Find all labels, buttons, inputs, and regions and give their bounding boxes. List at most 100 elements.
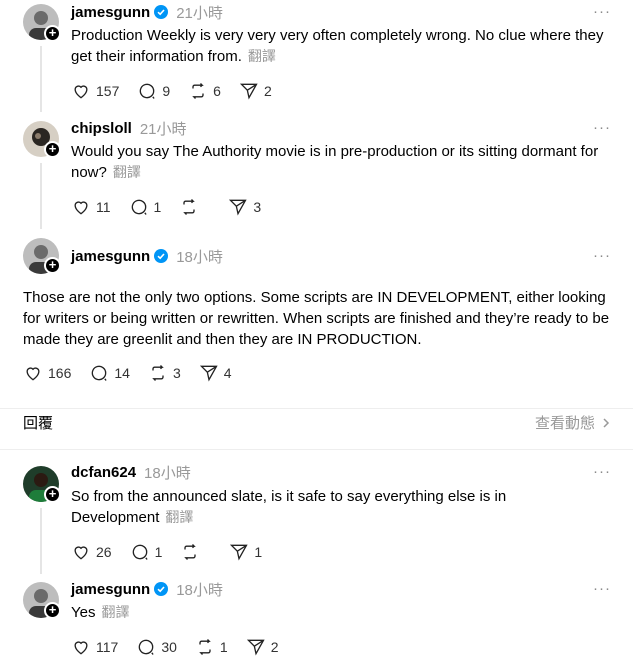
post-body: Yes	[71, 604, 96, 621]
share-button[interactable]: 1	[229, 542, 262, 562]
thread-line	[40, 163, 42, 229]
heart-icon	[74, 85, 88, 99]
timestamp: 21小時	[176, 4, 223, 22]
username[interactable]: jamesgunn	[71, 248, 150, 265]
more-options-icon[interactable]: ···	[593, 119, 611, 136]
action-bar: 26 1 1	[71, 541, 280, 563]
share-count: 3	[253, 199, 262, 215]
repost-button[interactable]	[179, 197, 210, 217]
post-meta: jamesgunn 18小時	[71, 245, 223, 267]
comment-count: 9	[162, 83, 171, 99]
heart-icon	[74, 201, 88, 215]
like-button[interactable]: 11	[71, 197, 111, 217]
like-button[interactable]: 157	[71, 81, 119, 101]
more-options-icon[interactable]: ···	[593, 3, 611, 20]
post-text: Would you say The Authority movie is in …	[71, 141, 611, 183]
like-count: 26	[96, 544, 112, 560]
more-options-icon[interactable]: ···	[593, 463, 611, 480]
repost-button[interactable]	[180, 542, 211, 562]
timestamp: 21小時	[139, 120, 187, 138]
post-meta: jamesgunn 18小時	[71, 578, 223, 600]
comment-count: 1	[154, 544, 163, 560]
action-bar: 157 9 6 2	[71, 80, 290, 102]
like-count: 157	[96, 83, 120, 99]
comment-count: 30	[161, 639, 177, 655]
comment-button[interactable]: 1	[130, 542, 163, 562]
timestamp: 18小時	[144, 464, 191, 482]
verified-badge-icon	[154, 5, 169, 19]
like-button[interactable]: 26	[71, 542, 112, 562]
share-button[interactable]: 3	[228, 197, 261, 217]
translate-link[interactable]: 翻譯	[113, 164, 141, 180]
repost-button[interactable]: 6	[188, 81, 221, 101]
follow-plus-icon[interactable]: +	[44, 602, 61, 619]
repost-icon	[199, 639, 211, 655]
repost-button[interactable]: 1	[195, 637, 228, 657]
send-icon	[246, 639, 265, 656]
follow-plus-icon[interactable]: +	[44, 257, 61, 274]
heart-icon	[74, 641, 88, 655]
repost-icon	[192, 83, 204, 99]
view-activity-label: 查看動態	[534, 415, 595, 432]
repost-button[interactable]: 3	[148, 363, 181, 383]
comment-count: 14	[114, 365, 130, 381]
thread-line	[40, 46, 42, 112]
post-meta: jamesgunn 21小時	[71, 1, 223, 23]
username[interactable]: chipsloll	[71, 120, 132, 137]
comment-icon	[92, 365, 107, 381]
action-bar: 11 1 3	[71, 196, 279, 218]
action-bar: 117 30 1 2	[71, 636, 297, 658]
comment-icon	[131, 199, 147, 215]
username[interactable]: jamesgunn	[71, 4, 150, 21]
like-button[interactable]: 166	[23, 363, 71, 383]
heart-icon	[26, 367, 40, 381]
comment-button[interactable]: 9	[137, 81, 170, 101]
post-meta: chipsloll 21小時	[71, 117, 187, 139]
separator	[0, 449, 633, 450]
view-activity-link[interactable]: 查看動態	[535, 412, 613, 433]
follow-plus-icon[interactable]: +	[44, 486, 61, 503]
comment-icon	[132, 544, 148, 560]
repost-icon	[152, 365, 164, 381]
share-count: 1	[254, 544, 263, 560]
repost-count: 6	[213, 83, 221, 99]
more-options-icon[interactable]: ···	[593, 580, 611, 597]
repost-icon	[183, 199, 196, 215]
comment-button[interactable]: 30	[136, 637, 177, 657]
share-button[interactable]: 4	[199, 363, 232, 383]
follow-plus-icon[interactable]: +	[44, 141, 61, 158]
post-body: Production Weekly is very very very ofte…	[71, 27, 604, 65]
repost-count: 3	[172, 365, 181, 381]
repost-icon	[184, 544, 197, 560]
action-bar: 166 14 3 4	[23, 362, 250, 384]
comment-button[interactable]: 14	[89, 363, 130, 383]
follow-plus-icon[interactable]: +	[44, 25, 61, 42]
translate-link[interactable]: 翻譯	[101, 604, 129, 620]
replies-label: 回覆	[23, 415, 54, 432]
username[interactable]: jamesgunn	[71, 581, 150, 598]
translate-link[interactable]: 翻譯	[248, 48, 276, 64]
translate-link[interactable]: 翻譯	[165, 509, 193, 525]
post-text: Those are not the only two options. Some…	[23, 287, 615, 350]
thread-line	[40, 508, 42, 574]
repost-count: 1	[219, 639, 228, 655]
post-body: So from the announced slate, is it safe …	[71, 488, 507, 526]
post-meta: dcfan624 18小時	[71, 461, 191, 483]
post-body: Would you say The Authority movie is in …	[71, 143, 599, 181]
more-options-icon[interactable]: ···	[593, 247, 611, 264]
share-count: 2	[263, 83, 272, 99]
send-icon	[229, 199, 247, 216]
verified-badge-icon	[154, 249, 169, 263]
share-count: 4	[223, 365, 232, 381]
heart-icon	[74, 546, 88, 560]
timestamp: 18小時	[176, 581, 223, 599]
timestamp: 18小時	[176, 248, 223, 266]
share-count: 2	[270, 639, 279, 655]
share-button[interactable]: 2	[246, 637, 279, 657]
share-button[interactable]: 2	[239, 81, 272, 101]
chevron-right-icon	[603, 417, 610, 428]
comment-button[interactable]: 1	[129, 197, 161, 217]
verified-badge-icon	[154, 582, 169, 596]
like-button[interactable]: 117	[71, 637, 118, 657]
username[interactable]: dcfan624	[71, 464, 136, 481]
